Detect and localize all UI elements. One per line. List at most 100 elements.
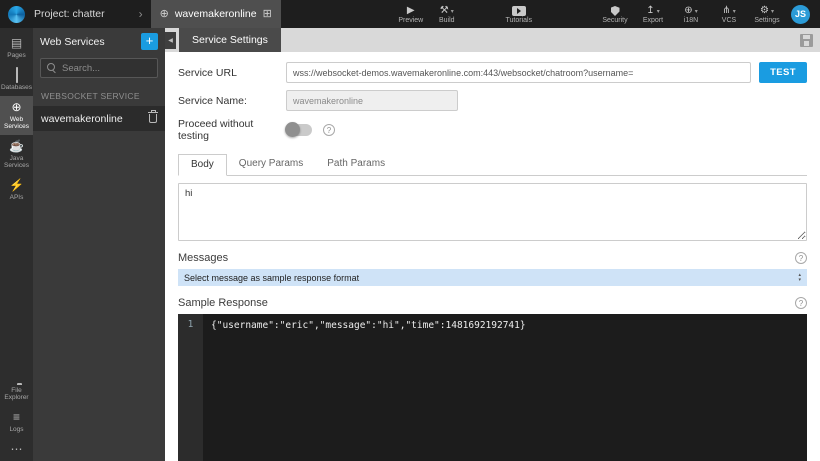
sidebar-item-label: APIs [9,194,24,201]
panel-title: Web Services [40,35,105,48]
user-avatar[interactable]: JS [791,4,810,24]
tutorials-label: Tutorials [505,17,533,24]
sample-response-title: Sample Response [178,297,268,309]
chevron-right-icon: › [138,7,143,21]
tutorials-button[interactable]: Tutorials [505,0,533,28]
sidebar-item-label: Databases [0,84,33,91]
section-label-websocket-service: WEBSOCKET SERVICE [41,91,140,101]
i18n-label: i18N [683,17,699,24]
scroll-arrows[interactable]: ▴ ▾ [798,272,801,283]
caret-down-icon: ▾ [732,9,736,15]
main-area: ◀ Service Settings Service URL TEST Serv… [165,28,820,461]
export-label: Export [642,17,664,24]
service-item-label: wavemakeronline [41,112,123,125]
globe-icon: ⊕ [159,7,169,20]
search-box[interactable] [40,58,158,78]
test-button[interactable]: TEST [759,62,807,83]
editor-gutter: 1 [178,314,203,461]
message-body-textarea[interactable]: hi [178,183,807,241]
save-icon[interactable] [800,33,813,47]
build-button[interactable]: ⚒ ▾ Build [433,0,461,28]
proceed-without-testing-label: Proceed without testing [178,118,254,142]
service-settings-content: Service URL TEST Service Name: Proceed w… [165,52,820,461]
play-icon: ▶ [406,5,415,16]
messages-help-icon[interactable]: ? [795,252,807,264]
video-icon [511,6,526,16]
globe-icon: ⊕ [684,5,693,16]
sidebar-item-logs[interactable]: ≡ Logs [0,406,33,438]
caret-down-icon: ▾ [656,9,660,15]
toggle-knob [285,122,300,137]
collapse-panel-button[interactable]: ◀ [165,31,176,49]
sidebar-item-databases[interactable]: Databases [0,64,33,96]
caret-down-icon: ▾ [450,9,454,15]
trash-icon[interactable] [148,110,158,123]
tab-path-params[interactable]: Path Params [315,154,397,176]
service-name-input [286,90,458,111]
open-service-tab[interactable]: ⊕ wavemakeronline ⊞ [150,0,281,28]
caret-down-icon: ▾ [770,9,774,15]
message-select-bar[interactable]: Select message as sample response format… [178,269,807,286]
sidebar-item-label: File Explorer [4,387,29,401]
more-button[interactable]: ⋯ [0,438,33,461]
topbar: Project: chatter › ⊕ wavemakeronline ⊞ ▶… [0,0,820,28]
preview-label: Preview [398,17,424,24]
sidebar-item-file-explorer[interactable]: File Explorer [0,380,33,406]
sidebar-item-pages[interactable]: ▤ Pages [0,32,33,64]
project-title: Project: chatter [34,8,105,20]
open-service-tab-label: wavemakeronline [174,8,257,20]
message-select-text: Select message as sample response format [184,272,360,283]
settings-label: Settings [754,17,780,24]
sample-response-editor[interactable]: 1 {"username":"eric","message":"hi","tim… [178,314,807,461]
wavemaker-logo-icon[interactable] [8,5,25,23]
line-number: 1 [187,319,194,330]
export-button[interactable]: ↥ ▾ Export [639,0,667,28]
grid-icon[interactable]: ⊞ [263,8,272,20]
gear-icon: ⚙ [760,5,769,16]
editor-code[interactable]: {"username":"eric","message":"hi","time"… [203,314,807,461]
tab-body[interactable]: Body [178,154,227,176]
proceed-help-icon[interactable]: ? [323,124,335,136]
left-icon-rail: ▤ Pages Databases ⊕ Web Services ☕ Java … [0,28,33,461]
main-tabstrip: ◀ Service Settings [165,28,820,52]
pages-icon: ▤ [10,36,23,50]
sidebar-item-web-services[interactable]: ⊕ Web Services [0,96,33,135]
search-input[interactable] [62,62,151,74]
sidebar-item-label: Web Services [4,116,29,130]
service-item-wavemakeronline[interactable]: wavemakeronline [33,106,165,131]
branch-icon: ⋔ [722,5,731,16]
sidebar-item-java-services[interactable]: ☕ Java Services [0,135,33,174]
add-service-button[interactable]: + [141,33,158,50]
export-icon: ↥ [646,5,655,16]
bolt-icon: ⚡ [9,178,24,192]
database-icon [15,67,18,83]
search-icon [47,63,57,73]
service-url-input[interactable] [286,62,752,83]
wavemaker-studio: Project: chatter › ⊕ wavemakeronline ⊞ ▶… [0,0,820,461]
ellipsis-icon: ⋯ [10,442,23,456]
globe-icon: ⊕ [11,100,22,114]
tab-service-settings[interactable]: Service Settings [179,28,281,52]
build-label: Build [438,17,455,24]
vcs-button[interactable]: ⋔ ▾ VCS [715,0,743,28]
sidebar-item-apis[interactable]: ⚡ APIs [0,174,33,206]
sample-response-help-icon[interactable]: ? [795,297,807,309]
caret-down-icon: ▾ [694,9,698,15]
service-name-label: Service Name: [178,94,247,107]
proceed-toggle[interactable] [285,122,312,137]
i18n-button[interactable]: ⊕ ▾ i18N [677,0,705,28]
vcs-label: VCS [721,17,737,24]
scroll-down-icon[interactable]: ▾ [798,277,801,283]
security-label: Security [602,17,628,24]
topbar-right-nav: Security ↥ ▾ Export ⊕ ▾ i18N ⋔ ▾ VCS ⚙ ▾ Set… [601,0,781,28]
shield-icon [610,6,620,16]
sidebar-item-label: Logs [9,426,24,433]
hammer-icon: ⚒ [439,5,449,16]
security-button[interactable]: Security [601,0,629,28]
settings-button[interactable]: ⚙ ▾ Settings [753,0,781,28]
coffee-icon: ☕ [9,139,24,153]
tab-query-params[interactable]: Query Params [227,154,315,176]
topbar-center-nav: ▶ Preview ⚒ ▾ Build Tutorials [397,0,533,28]
service-url-label: Service URL [178,66,237,79]
preview-button[interactable]: ▶ Preview [397,0,425,28]
